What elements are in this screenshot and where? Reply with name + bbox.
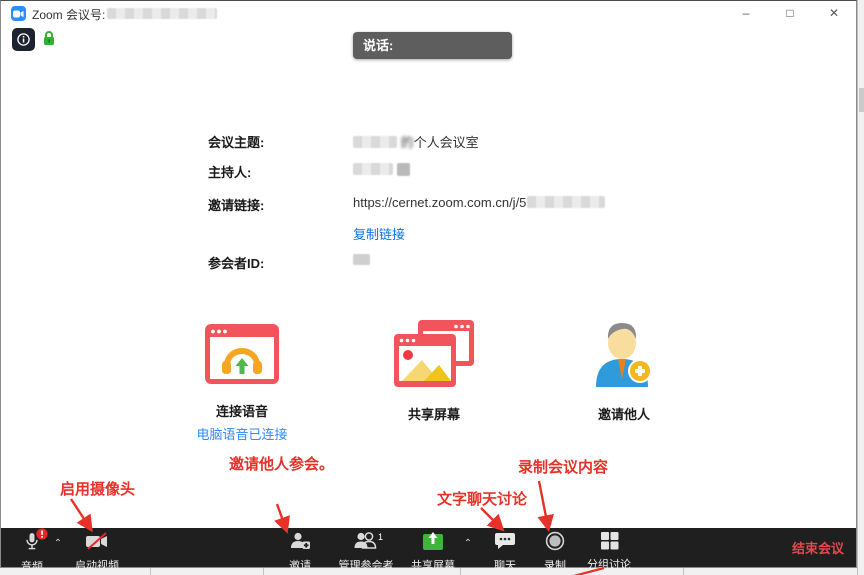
share-screen-tile[interactable]: 共享屏幕 [379,319,489,423]
topic-value: 的个人会议室 [353,132,479,151]
invite-link-redacted [527,196,605,208]
topic-redacted [353,136,397,148]
zoom-meeting-window: Zoom 会议号: – □ ✕ 说话: 会议 [0,0,857,568]
invite-others-tile[interactable]: 邀请他人 [569,319,679,423]
topic-label: 会议主题: [208,132,264,151]
video-camera-off-icon [84,531,110,556]
host-label: 主持人: [208,162,251,181]
annotation-invite-others: 邀请他人参会。 [229,453,334,474]
participant-id-redacted [353,254,370,265]
invite-person-icon [593,376,655,393]
invite-link-value: https://cernet.zoom.com.cn/j/5 [353,195,605,210]
meeting-toolbar: 音频 ⌃ 启动视频 [1,528,856,567]
titlebar: Zoom 会议号: – □ ✕ [1,1,856,25]
close-button[interactable]: ✕ [812,1,856,25]
participant-id-value [353,253,370,268]
copy-link-button[interactable]: 复制链接 [353,224,405,243]
host-redacted-char [397,163,410,176]
breakout-rooms-button[interactable]: 分组讨论 [581,528,637,567]
invite-link-label: 邀请链接: [208,195,264,214]
speaking-banner: 说话: [353,32,512,59]
invite-plus-person-icon [289,531,311,556]
chat-button[interactable]: 聊天 [485,528,525,567]
start-video-button[interactable]: 启动视频 [67,528,127,567]
end-meeting-button[interactable]: 结束会议 [792,528,844,567]
share-screen-windows-icon [393,376,475,393]
connect-audio-icon [204,373,280,390]
invite-others-tile-label: 邀请他人 [569,404,679,423]
audio-warning-badge [36,528,48,540]
share-screen-green-icon [422,531,444,556]
zoom-logo-icon [11,6,26,21]
annotation-enable-camera: 启用摄像头 [60,478,135,499]
participants-icon: 1 [353,531,379,556]
audio-options-chevron-icon[interactable]: ⌃ [51,538,65,549]
participant-id-label: 参会者ID: [208,253,264,272]
record-circle-icon [545,531,565,556]
host-redacted [353,163,393,175]
annotation-record-meeting: 录制会议内容 [518,456,608,477]
share-options-chevron-icon[interactable]: ⌃ [461,538,475,549]
invite-button[interactable]: 邀请 [276,528,324,567]
background-scrollbar-thumb [859,88,864,112]
computer-audio-connected-label: 电脑语音已连接 [187,424,297,443]
window-controls: – □ ✕ [724,1,856,25]
participant-count-badge: 1 [378,532,383,542]
maximize-button[interactable]: □ [768,1,812,25]
screen: Zoom 会议号: – □ ✕ 说话: 会议 [0,0,864,575]
window-title: Zoom 会议号: [32,6,105,23]
encryption-lock-icon [42,30,56,52]
connect-audio-label: 连接语音 [187,401,297,420]
audio-button[interactable]: 音频 [9,528,55,567]
host-value [353,162,410,177]
microphone-icon [22,531,42,557]
connect-audio-tile[interactable]: 连接语音 电脑语音已连接 [187,323,297,443]
annotation-text-chat: 文字聊天讨论 [437,488,527,509]
meeting-info-icon[interactable] [12,28,35,51]
breakout-grid-icon [600,531,619,555]
share-screen-tile-label: 共享屏幕 [379,404,489,423]
meeting-number-redacted [107,8,217,19]
minimize-button[interactable]: – [724,1,768,25]
background-scrollbar [857,0,864,575]
manage-participants-button[interactable]: 1 管理参会者 [331,528,401,567]
share-screen-button[interactable]: 共享屏幕 [407,528,459,567]
background-bottom-edge [0,568,857,575]
chat-bubble-icon [494,531,516,556]
record-button[interactable]: 录制 [535,528,575,567]
